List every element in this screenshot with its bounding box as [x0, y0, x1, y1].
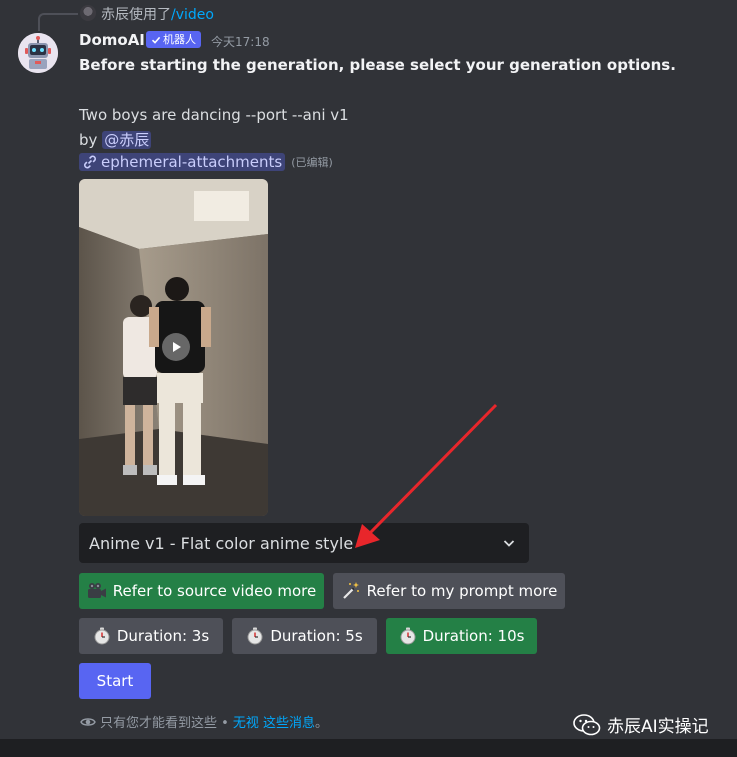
- duration-10s-label: Duration: 10s: [422, 627, 525, 645]
- link-icon: [84, 155, 96, 169]
- reply-command[interactable]: /video: [171, 7, 214, 23]
- duration-3s-label: Duration: 3s: [116, 627, 210, 645]
- stopwatch-icon: [247, 627, 263, 645]
- attachment-line: ephemeral-attachments (已编辑): [79, 153, 333, 171]
- attachment-link-label: ephemeral-attachments: [101, 153, 283, 171]
- user-mention[interactable]: @赤辰: [102, 131, 152, 149]
- author-name[interactable]: DomoAI: [79, 31, 145, 49]
- ephemeral-note: 只有您才能看到这些 • 无视 这些消息。: [80, 712, 328, 731]
- watermark-text: 赤辰AI实操记: [607, 717, 709, 737]
- by-label: by: [79, 131, 98, 149]
- dismiss-messages-link[interactable]: 无视 这些消息: [233, 716, 315, 731]
- wechat-watermark: 赤辰AI实操记: [573, 712, 709, 737]
- by-line: by @赤辰: [79, 129, 152, 150]
- edited-marker: (已编辑): [291, 156, 333, 169]
- attachment-link[interactable]: ephemeral-attachments: [79, 153, 286, 171]
- movie-camera-icon: [87, 583, 106, 598]
- instruction-text: Before starting the generation, please s…: [79, 56, 676, 74]
- reply-avatar[interactable]: [80, 5, 96, 21]
- bot-avatar[interactable]: [18, 33, 58, 73]
- refer-source-video-button[interactable]: Refer to source video more: [79, 573, 324, 609]
- reply-spine: [38, 13, 78, 31]
- play-icon: [173, 342, 181, 352]
- refer-prompt-label: Refer to my prompt more: [366, 582, 558, 600]
- wechat-icon: [573, 713, 601, 735]
- reply-context: 赤辰使用了/video: [101, 4, 214, 24]
- message-timestamp[interactable]: 今天17:18: [211, 33, 270, 50]
- chevron-down-icon: [503, 540, 515, 547]
- duration-5s-label: Duration: 5s: [270, 627, 363, 645]
- refer-prompt-button[interactable]: Refer to my prompt more: [333, 573, 565, 609]
- magic-wand-icon: [342, 582, 359, 599]
- eye-icon: [80, 717, 96, 726]
- robot-icon: [18, 33, 58, 73]
- style-select[interactable]: Anime v1 - Flat color anime style: [79, 523, 529, 563]
- composer-strip: [0, 739, 737, 757]
- style-select-value: Anime v1 - Flat color anime style: [89, 533, 354, 553]
- stopwatch-icon: [94, 627, 110, 645]
- verified-check-icon: [151, 36, 161, 44]
- play-button[interactable]: [162, 333, 190, 361]
- reply-action: 使用了: [129, 7, 171, 23]
- reply-username[interactable]: 赤辰: [101, 7, 129, 23]
- ephemeral-suffix: 。: [314, 716, 328, 731]
- duration-10s-button[interactable]: Duration: 10s: [386, 618, 537, 654]
- prompt-text: Two boys are dancing --port --ani v1: [79, 106, 349, 124]
- ephemeral-text: 只有您才能看到这些 •: [100, 716, 229, 731]
- bot-badge-label: 机器人: [163, 33, 196, 46]
- start-button-label: Start: [96, 672, 134, 690]
- stopwatch-icon: [400, 627, 416, 645]
- bot-badge: 机器人: [146, 31, 201, 48]
- refer-source-video-label: Refer to source video more: [112, 582, 317, 600]
- start-button[interactable]: Start: [79, 663, 151, 699]
- duration-5s-button[interactable]: Duration: 5s: [232, 618, 377, 654]
- duration-3s-button[interactable]: Duration: 3s: [79, 618, 223, 654]
